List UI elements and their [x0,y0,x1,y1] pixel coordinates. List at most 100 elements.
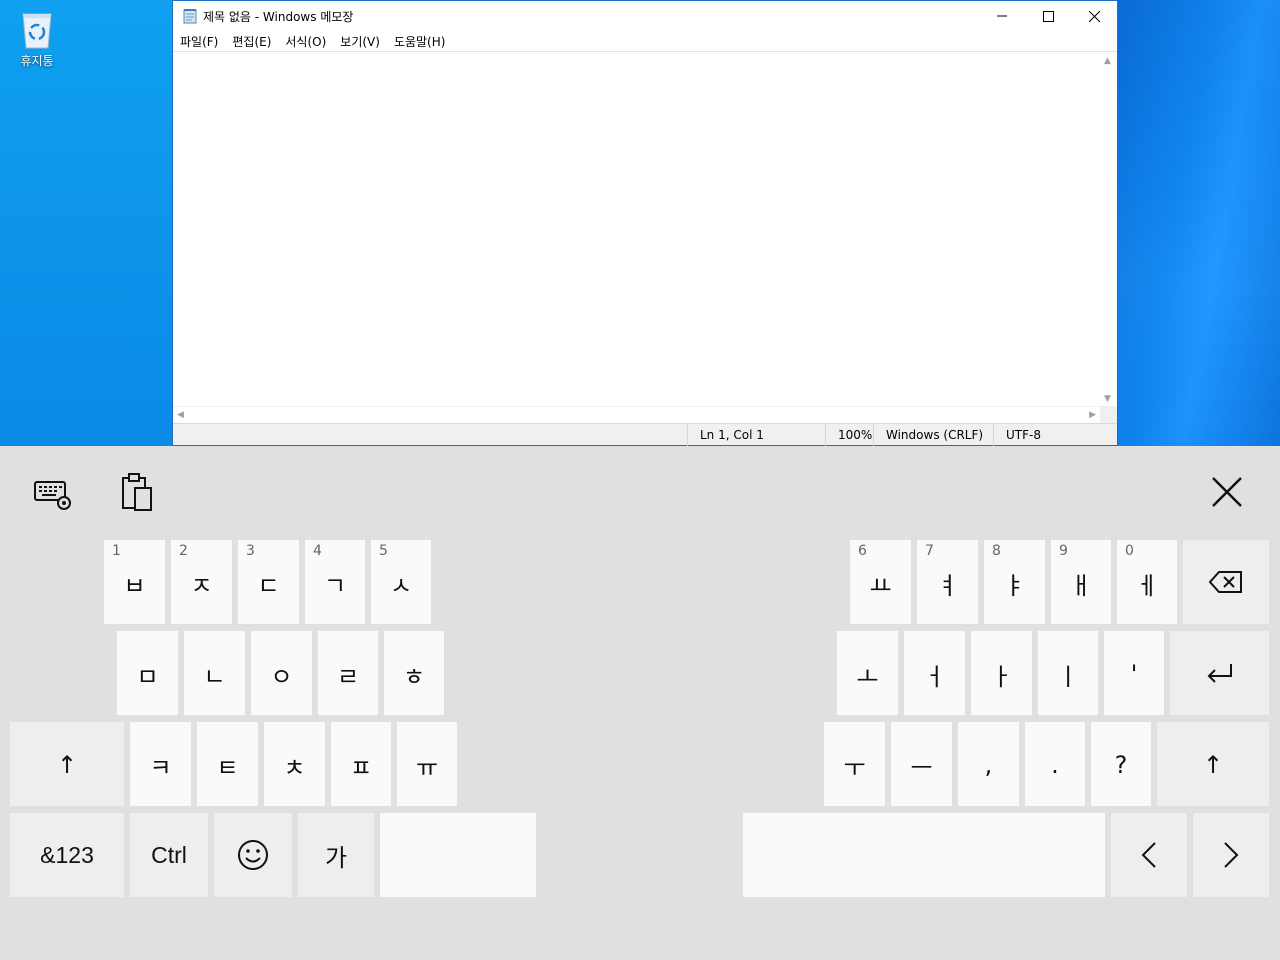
vertical-scrollbar[interactable]: ▲ ▼ [1100,52,1117,408]
key-comma[interactable]: , [958,722,1019,806]
key-label: ㅛ [869,571,892,600]
left-arrow-key[interactable] [1111,813,1187,897]
key-m[interactable]: ㅁ [117,631,178,715]
key-d[interactable]: 3ㄷ [238,540,299,624]
emoji-icon [238,840,268,870]
title-bar: 제목 없음 - Windows 메모장 [173,1,1117,31]
key-hint: 6 [858,543,867,559]
backspace-key[interactable] [1183,540,1269,624]
key-label: ㅑ [1003,571,1026,600]
shift-icon: ↑ [1202,751,1224,779]
shift-key-right[interactable]: ↑ [1157,722,1269,806]
key-ae[interactable]: 9ㅐ [1051,540,1111,624]
menu-bar: 파일(F) 편집(E) 서식(O) 보기(V) 도움말(H) [173,31,1117,51]
key-o[interactable]: ㅗ [837,631,898,715]
key-yu[interactable]: ㅠ [397,722,457,806]
key-s[interactable]: 5ㅅ [371,540,431,624]
key-k[interactable]: ㅋ [130,722,191,806]
ctrl-key[interactable]: Ctrl [130,813,208,897]
key-label: ㅓ [923,662,946,691]
clipboard-icon[interactable] [114,470,158,516]
shift-key-left[interactable]: ↑ [10,722,124,806]
horizontal-scrollbar[interactable]: ◀ ▶ [173,406,1100,423]
minimize-button[interactable] [979,1,1025,31]
enter-icon [1207,664,1232,683]
key-label: Ctrl [151,841,187,868]
chevron-right-icon [1224,842,1239,868]
close-button[interactable] [1071,1,1117,31]
key-question[interactable]: ? [1091,722,1151,806]
key-hint: 3 [246,543,255,559]
key-h[interactable]: ㅎ [384,631,444,715]
key-label: ㅁ [136,662,159,691]
key-hint: 2 [179,543,188,559]
key-i[interactable]: ㅣ [1038,631,1098,715]
backspace-icon [1209,571,1242,593]
scroll-left-icon[interactable]: ◀ [177,410,184,420]
notepad-icon [182,8,198,24]
key-hint: 1 [112,543,121,559]
key-ng[interactable]: ㅇ [251,631,312,715]
key-label: ㅌ [216,753,239,782]
key-label: , [984,751,993,779]
key-e[interactable]: 0ㅔ [1117,540,1177,624]
scroll-down-icon[interactable]: ▼ [1104,394,1111,404]
key-r[interactable]: ㄹ [318,631,378,715]
key-label: ㅅ [389,571,413,600]
key-b[interactable]: 1ㅂ [104,540,165,624]
key-j[interactable]: 2ㅈ [171,540,232,624]
window-title: 제목 없음 - Windows 메모장 [203,9,354,24]
menu-edit[interactable]: 편집(E) [227,33,276,50]
key-label: 가 [324,843,348,872]
text-editor[interactable]: ▲ ▼ ◀ ▶ [173,51,1117,423]
key-label: ㄱ [323,571,347,600]
key-label: ㅂ [123,571,146,600]
menu-format[interactable]: 서식(O) [280,33,331,50]
menu-file[interactable]: 파일(F) [175,33,223,50]
key-label: ㅎ [402,662,426,691]
key-eu[interactable]: ㅡ [891,722,952,806]
key-yeo[interactable]: 7ㅕ [917,540,978,624]
maximize-button[interactable] [1025,1,1071,31]
key-label: ? [1114,751,1128,779]
chevron-left-icon [1141,842,1156,868]
shift-icon: ↑ [56,751,78,779]
key-yo[interactable]: 6ㅛ [850,540,911,624]
space-key-right[interactable] [743,813,1105,897]
key-u[interactable]: ㅜ [824,722,885,806]
key-g[interactable]: 4ㄱ [305,540,365,624]
emoji-key[interactable] [214,813,292,897]
recycle-bin-icon [19,8,55,50]
key-label: ㅠ [415,753,439,782]
key-eo[interactable]: ㅓ [904,631,965,715]
key-ya[interactable]: 8ㅑ [984,540,1045,624]
key-apostrophe[interactable]: ' [1104,631,1164,715]
key-label: . [1051,751,1059,779]
menu-view[interactable]: 보기(V) [335,33,385,50]
key-label: ㅜ [843,753,866,782]
key-hint: 5 [379,543,388,559]
keyboard-settings-icon[interactable] [30,474,74,514]
key-ch[interactable]: ㅊ [264,722,325,806]
space-key-left[interactable] [380,813,536,897]
recycle-bin-label: 휴지통 [20,54,54,68]
hangul-toggle-key[interactable]: 가 [298,813,374,897]
key-a[interactable]: ㅏ [971,631,1032,715]
enter-key[interactable] [1170,631,1269,715]
key-label: ㅔ [1135,571,1159,600]
status-line-ending: Windows (CRLF) [873,424,997,446]
recycle-bin[interactable]: 휴지통 [8,8,66,69]
menu-help[interactable]: 도움말(H) [389,33,451,50]
right-arrow-key[interactable] [1193,813,1269,897]
key-hint: 8 [992,543,1001,559]
key-p[interactable]: ㅍ [331,722,391,806]
scroll-up-icon[interactable]: ▲ [1104,56,1111,66]
scroll-right-icon[interactable]: ▶ [1089,410,1096,420]
key-t[interactable]: ㅌ [197,722,258,806]
close-keyboard-icon[interactable] [1204,472,1250,512]
key-label: ㅡ [910,753,933,782]
key-period[interactable]: . [1025,722,1085,806]
symbols-key[interactable]: &123 [10,813,124,897]
key-n[interactable]: ㄴ [184,631,245,715]
status-position: Ln 1, Col 1 [687,424,827,446]
